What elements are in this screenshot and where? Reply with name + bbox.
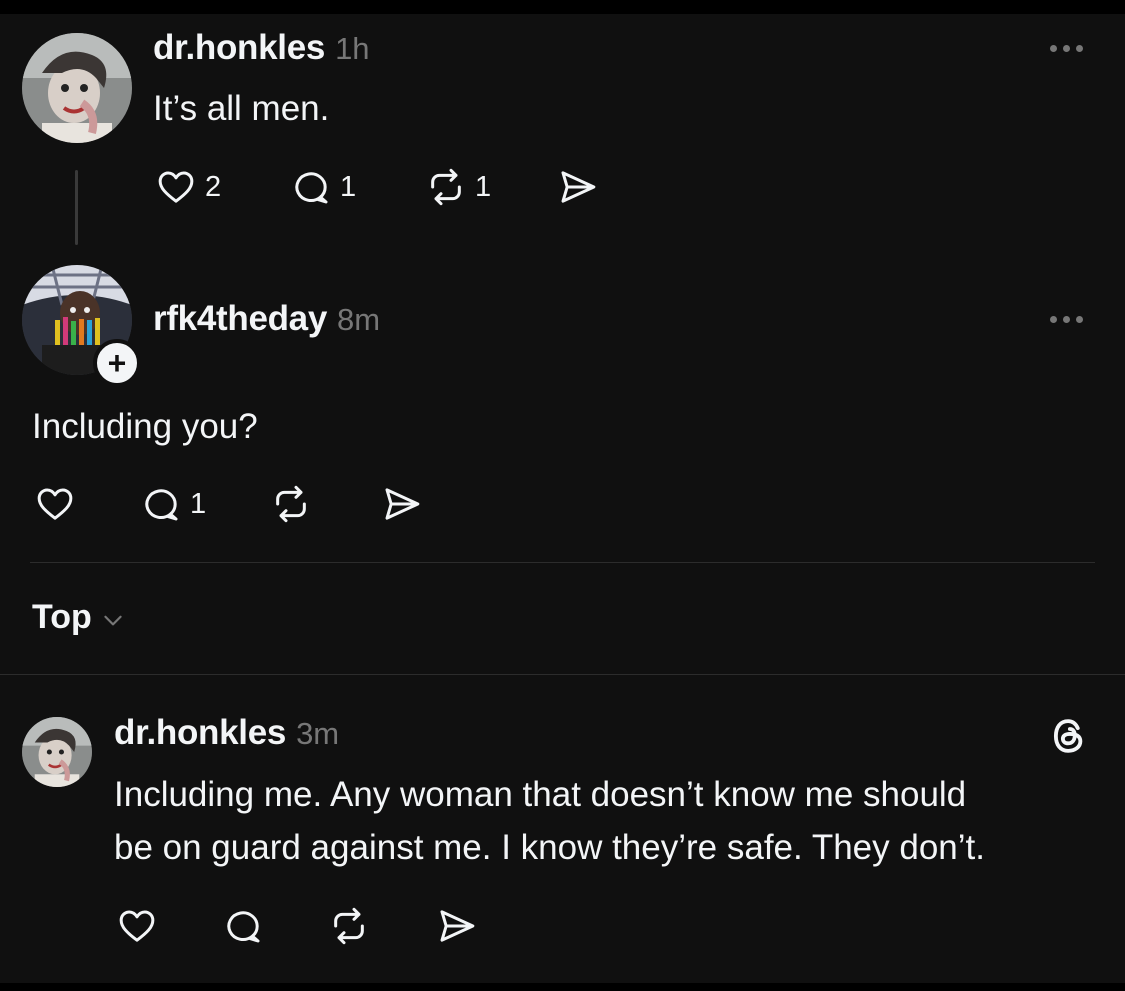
reply-text: Including me. Any woman that doesn’t kno… bbox=[114, 768, 985, 874]
share-icon bbox=[561, 171, 596, 203]
post-text: It’s all men. bbox=[153, 89, 330, 128]
username[interactable]: dr.honkles bbox=[153, 28, 325, 67]
reply-count: 1 bbox=[190, 487, 207, 520]
share-icon bbox=[440, 910, 475, 942]
avatar[interactable] bbox=[22, 717, 92, 787]
divider bbox=[30, 562, 1095, 563]
timestamp: 3m bbox=[296, 716, 340, 751]
post-text: Including you? bbox=[32, 407, 258, 446]
thread-line bbox=[75, 170, 78, 245]
repost-button[interactable]: 1 bbox=[425, 167, 491, 207]
sort-label: Top bbox=[32, 598, 92, 636]
like-count: 2 bbox=[205, 170, 222, 203]
heart-icon bbox=[37, 488, 73, 520]
comment-icon bbox=[227, 911, 260, 943]
timestamp: 8m bbox=[337, 302, 381, 337]
comment-icon bbox=[145, 489, 178, 521]
top-edge bbox=[0, 0, 1125, 14]
like-button[interactable]: 2 bbox=[155, 167, 221, 207]
repost-button[interactable] bbox=[328, 906, 370, 946]
follow-plus-button[interactable]: + bbox=[93, 339, 141, 387]
reply-text-line: Including me. Any woman that doesn’t kno… bbox=[114, 775, 967, 814]
repost-count: 1 bbox=[475, 170, 492, 203]
plus-icon: + bbox=[107, 345, 127, 381]
share-icon bbox=[385, 488, 420, 520]
repost-button[interactable] bbox=[270, 484, 320, 524]
sort-dropdown[interactable]: Top bbox=[32, 598, 126, 637]
share-button[interactable] bbox=[380, 484, 424, 524]
reply-button[interactable] bbox=[222, 906, 264, 946]
timestamp: 1h bbox=[335, 31, 370, 66]
like-button[interactable] bbox=[34, 484, 84, 524]
divider bbox=[0, 674, 1125, 675]
like-button[interactable] bbox=[116, 906, 158, 946]
reply-count: 1 bbox=[340, 170, 357, 203]
repost-icon bbox=[431, 168, 461, 206]
chevron-down-icon bbox=[104, 615, 122, 625]
reply-text-line: be on guard against me. I know they’re s… bbox=[114, 828, 985, 867]
share-button[interactable] bbox=[556, 167, 600, 207]
username[interactable]: dr.honkles bbox=[114, 713, 286, 752]
repost-icon bbox=[276, 485, 306, 523]
more-icon[interactable] bbox=[1050, 45, 1083, 52]
threads-logo-icon[interactable] bbox=[1048, 714, 1090, 758]
reply-button[interactable]: 1 bbox=[290, 167, 356, 207]
reply-button[interactable]: 1 bbox=[140, 484, 206, 524]
heart-icon bbox=[158, 171, 194, 203]
share-button[interactable] bbox=[435, 906, 479, 946]
avatar[interactable] bbox=[22, 33, 132, 143]
heart-icon bbox=[119, 910, 155, 942]
repost-icon bbox=[334, 907, 364, 945]
more-icon[interactable] bbox=[1050, 316, 1083, 323]
username[interactable]: rfk4theday bbox=[153, 299, 327, 338]
comment-icon bbox=[295, 172, 328, 204]
bottom-edge bbox=[0, 983, 1125, 991]
